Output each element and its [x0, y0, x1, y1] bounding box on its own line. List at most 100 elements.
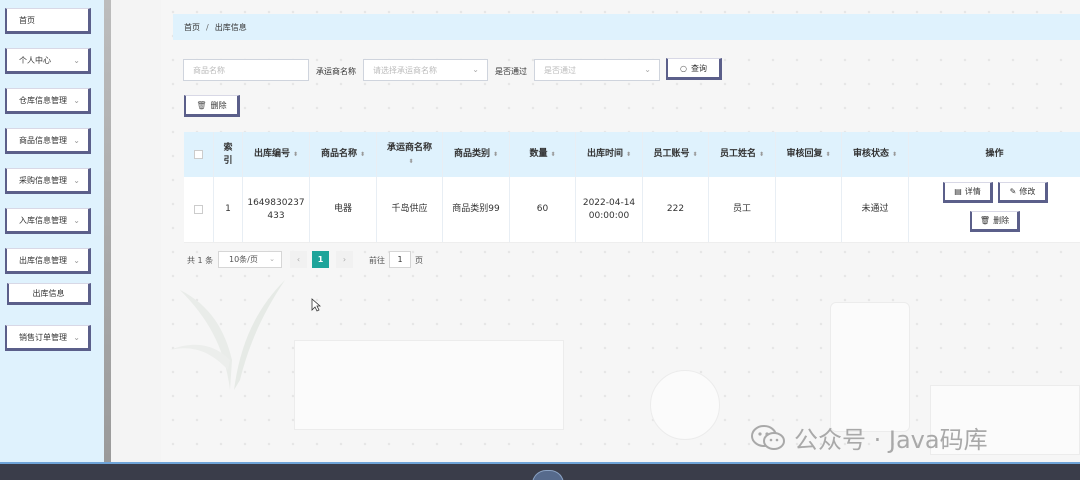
header-quantity[interactable]: 数量 ⬍: [510, 132, 576, 177]
pencil-icon: ✎: [1009, 187, 1017, 196]
sidebar-item-label: 个人中心: [19, 55, 51, 65]
cell-actions: ▤ 详情 ✎ 修改 🗑 删除: [909, 177, 1080, 242]
sidebar-subitem-outbound-info[interactable]: 出库信息: [7, 283, 91, 305]
sidebar-item-label: 仓库信息管理: [19, 95, 67, 105]
header-time[interactable]: 出库时间 ⬍: [576, 132, 643, 177]
sidebar-item-label: 首页: [19, 15, 35, 25]
cell-supplier: 千岛供应: [377, 177, 443, 242]
button-label: 详情: [964, 187, 981, 196]
sidebar-item-sales-order[interactable]: 销售订单管理 ⌄: [5, 325, 91, 351]
chevron-down-icon: ⌄: [73, 175, 80, 185]
trash-icon: 🗑: [196, 100, 207, 110]
cell-text: 2022-04-14: [582, 197, 636, 208]
sidebar-divider[interactable]: [104, 0, 111, 462]
chevron-down-icon: ⌄: [73, 215, 80, 225]
sidebar-item-outbound[interactable]: 出库信息管理 ⌄: [5, 248, 91, 274]
cell-product: 电器: [310, 177, 377, 242]
prev-page-button[interactable]: ‹: [290, 251, 307, 268]
sidebar-item-warehouse[interactable]: 仓库信息管理 ⌄: [5, 88, 91, 114]
header-employee[interactable]: 员工姓名 ⬍: [709, 132, 776, 177]
cell-code: 1649830237 433: [243, 177, 310, 242]
mouse-cursor-icon: [311, 298, 321, 312]
header-select-all[interactable]: [184, 132, 214, 177]
header-reply[interactable]: 审核回复 ⬍: [776, 132, 842, 177]
cell-reply: [776, 177, 842, 242]
button-label: 删除: [993, 216, 1010, 225]
chevron-down-icon: ⌄: [73, 332, 80, 342]
sidebar-item-label: 商品信息管理: [19, 135, 67, 145]
trash-icon: 🗑: [979, 216, 991, 225]
sidebar-item-inbound[interactable]: 入库信息管理 ⌄: [5, 208, 91, 234]
header-supplier[interactable]: 承运商名称 ⬍: [377, 132, 443, 177]
sort-icon[interactable]: ⬍: [692, 148, 697, 161]
sort-icon[interactable]: ⬍: [360, 148, 365, 161]
detail-button[interactable]: ▤ 详情: [943, 182, 993, 203]
header-account[interactable]: 员工账号 ⬍: [643, 132, 709, 177]
header-product[interactable]: 商品名称 ⬍: [310, 132, 377, 177]
select-all-checkbox[interactable]: [194, 150, 203, 159]
bulk-delete-button[interactable]: 🗑 删除: [184, 95, 240, 117]
header-label: 承运商名称: [386, 142, 432, 153]
cell-text: 00:00:00: [588, 210, 630, 221]
sidebar-item-product[interactable]: 商品信息管理 ⌄: [5, 128, 91, 154]
header-index: 索引: [214, 132, 243, 177]
approved-select[interactable]: 是否通过 ⌄: [534, 59, 660, 81]
header-code[interactable]: 出库编号 ⬍: [243, 132, 310, 177]
sidebar-item-label: 出库信息: [32, 288, 65, 298]
search-icon: ○: [680, 63, 687, 73]
search-button[interactable]: ○ 查询: [666, 58, 722, 80]
header-category[interactable]: 商品类别 ⬍: [443, 132, 510, 177]
page-number-current[interactable]: 1: [312, 251, 329, 268]
page-size-select[interactable]: 10条/页 ⌄: [218, 251, 282, 268]
product-name-input[interactable]: 商品名称: [183, 59, 309, 81]
outbound-table: 索引 出库编号 ⬍ 商品名称 ⬍ 承运商名称 ⬍ 商品类别 ⬍ 数量 ⬍ 出库时间 ⬍ 员工…: [184, 132, 1080, 243]
goto-page-input[interactable]: 1: [389, 251, 411, 268]
header-label: 操作: [985, 149, 1004, 159]
cell-account: 222: [643, 177, 709, 242]
chevron-down-icon: ⌄: [73, 135, 80, 145]
chevron-down-icon: ⌄: [269, 255, 275, 263]
header-label: 商品名称: [320, 149, 357, 159]
header-label: 商品类别: [453, 149, 490, 159]
delete-button[interactable]: 🗑 删除: [970, 211, 1020, 232]
sort-icon[interactable]: ⬍: [825, 148, 830, 161]
sidebar-item-label: 采购信息管理: [19, 175, 67, 185]
cell-status: 未通过: [842, 177, 909, 242]
next-page-button[interactable]: ›: [336, 251, 353, 268]
watermark-text: 公众号 · Java码库: [794, 426, 988, 454]
chevron-down-icon: ⌄: [73, 95, 80, 105]
supplier-label: 承运商名称: [316, 67, 356, 76]
sidebar-item-label: 销售订单管理: [19, 332, 67, 342]
sort-icon[interactable]: ⬍: [759, 148, 764, 161]
breadcrumb-separator: /: [206, 22, 209, 32]
header-status[interactable]: 审核状态 ⬍: [842, 132, 909, 177]
sort-icon[interactable]: ⬍: [493, 148, 498, 161]
decor-roll: [650, 370, 720, 440]
row-checkbox[interactable]: [194, 205, 203, 214]
sort-icon[interactable]: ⬍: [293, 148, 298, 161]
sidebar-item-personal-center[interactable]: 个人中心 ⌄: [5, 48, 91, 74]
supplier-select[interactable]: 请选择承运商名称 ⌄: [363, 59, 488, 81]
header-actions: 操作: [909, 132, 1080, 177]
table-row: 1 1649830237 433 电器 千岛供应 商品类别99 60 2022-…: [184, 177, 1080, 243]
row-select[interactable]: [184, 177, 214, 242]
breadcrumb-home[interactable]: 首页: [184, 22, 200, 33]
sort-icon[interactable]: ⬍: [408, 155, 413, 168]
sidebar-item-purchase[interactable]: 采购信息管理 ⌄: [5, 168, 91, 194]
table-header: 索引 出库编号 ⬍ 商品名称 ⬍ 承运商名称 ⬍ 商品类别 ⬍ 数量 ⬍ 出库时间 ⬍ 员工…: [184, 132, 1080, 177]
cell-text: 1649830237: [247, 197, 305, 208]
sidebar-item-home[interactable]: 首页: [5, 8, 91, 34]
watermark: 公众号 · Java码库: [750, 420, 988, 455]
breadcrumb: 首页 / 出库信息: [173, 14, 1080, 40]
chevron-down-icon: ⌄: [644, 65, 651, 74]
page-size-value: 10条/页: [229, 255, 258, 264]
pagination-total: 共 1 条: [187, 256, 214, 265]
sort-icon[interactable]: ⬍: [626, 148, 631, 161]
cell-category: 商品类别99: [443, 177, 510, 242]
edit-button[interactable]: ✎ 修改: [998, 182, 1048, 203]
sort-icon[interactable]: ⬍: [550, 148, 555, 161]
select-placeholder: 是否通过: [544, 65, 576, 75]
sort-icon[interactable]: ⬍: [892, 148, 897, 161]
document-icon: ▤: [954, 187, 962, 196]
goto-prefix: 前往: [369, 256, 385, 265]
